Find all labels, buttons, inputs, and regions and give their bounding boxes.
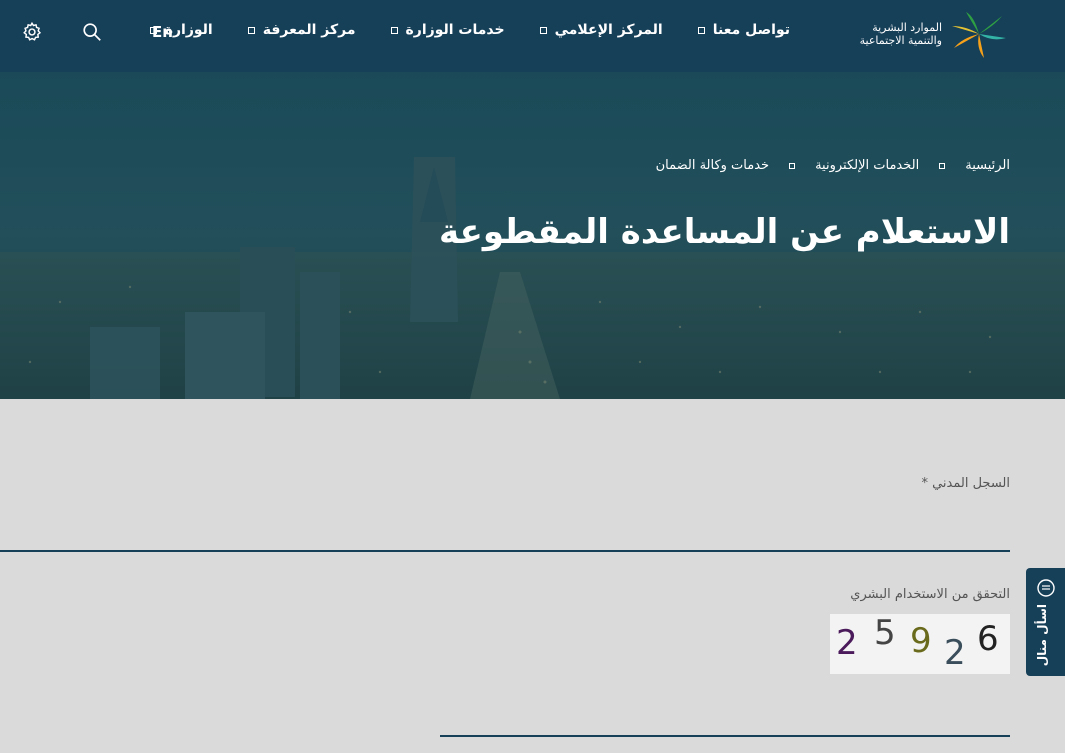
logo-star-icon [952,12,1006,58]
dropdown-indicator-icon [697,26,705,34]
brand-text: الموارد البشرية والتنمية الاجتماعية [860,21,942,47]
captcha-digit: 5 [874,614,896,653]
nav-utility: En [20,20,173,44]
chat-icon [1037,579,1055,597]
nav-item-contact-us[interactable]: تواصل معنا [697,22,790,38]
captcha-digit: 2 [944,633,966,673]
nav-item-knowledge-center[interactable]: مركز المعرفة [247,22,356,38]
breadcrumb-current[interactable]: خدمات وكالة الضمان [656,158,770,173]
captcha-digit: 2 [836,623,858,663]
gear-icon[interactable] [20,20,44,44]
breadcrumb-separator-icon [939,162,946,169]
captcha-image: 2 5 9 2 6 [830,613,1010,674]
breadcrumb-home[interactable]: الرئيسية [965,158,1010,173]
breadcrumb: الرئيسية الخدمات الإلكترونية خدمات وكالة… [656,158,1010,173]
captcha-input[interactable] [440,735,1010,737]
ask-manal-label: اسأل منال [1035,604,1049,667]
brand-line-1: الموارد البشرية [872,21,942,34]
dropdown-indicator-icon [247,26,255,34]
civil-record-label: السجل المدني * [921,476,1010,491]
civil-record-label-text: السجل المدني [932,476,1010,491]
dropdown-indicator-icon [390,26,398,34]
main-nav: الوزارة مركز المعرفة خدمات الوزارة المرك… [149,22,790,38]
captcha-digit: 6 [977,619,999,659]
search-icon[interactable] [80,20,104,44]
nav-item-label: خدمات الوزارة [405,22,505,38]
top-navigation: الموارد البشرية والتنمية الاجتماعية الوز… [0,0,1065,72]
nav-item-label: مركز المعرفة [262,22,356,38]
breadcrumb-e-services[interactable]: الخدمات الإلكترونية [815,158,919,173]
required-mark: * [921,476,928,491]
captcha-label: التحقق من الاستخدام البشري [850,587,1010,602]
breadcrumb-separator-icon [789,162,796,169]
ask-manal-button[interactable]: اسأل منال [1026,568,1065,676]
brand-line-2: والتنمية الاجتماعية [859,34,942,47]
nav-item-label: تواصل معنا [712,22,790,38]
language-toggle[interactable]: En [152,23,173,41]
ministry-logo[interactable]: الموارد البشرية والتنمية الاجتماعية [860,8,1010,60]
civil-record-input[interactable] [0,550,1010,552]
nav-item-label: المركز الإعلامي [554,22,663,38]
dropdown-indicator-icon [539,26,547,34]
nav-item-ministry-services[interactable]: خدمات الوزارة [390,22,505,38]
nav-item-media-center[interactable]: المركز الإعلامي [539,22,663,38]
hero-banner: الرئيسية الخدمات الإلكترونية خدمات وكالة… [0,72,1065,399]
captcha-digit: 9 [910,621,932,661]
page-title: الاستعلام عن المساعدة المقطوعة [438,212,1010,252]
